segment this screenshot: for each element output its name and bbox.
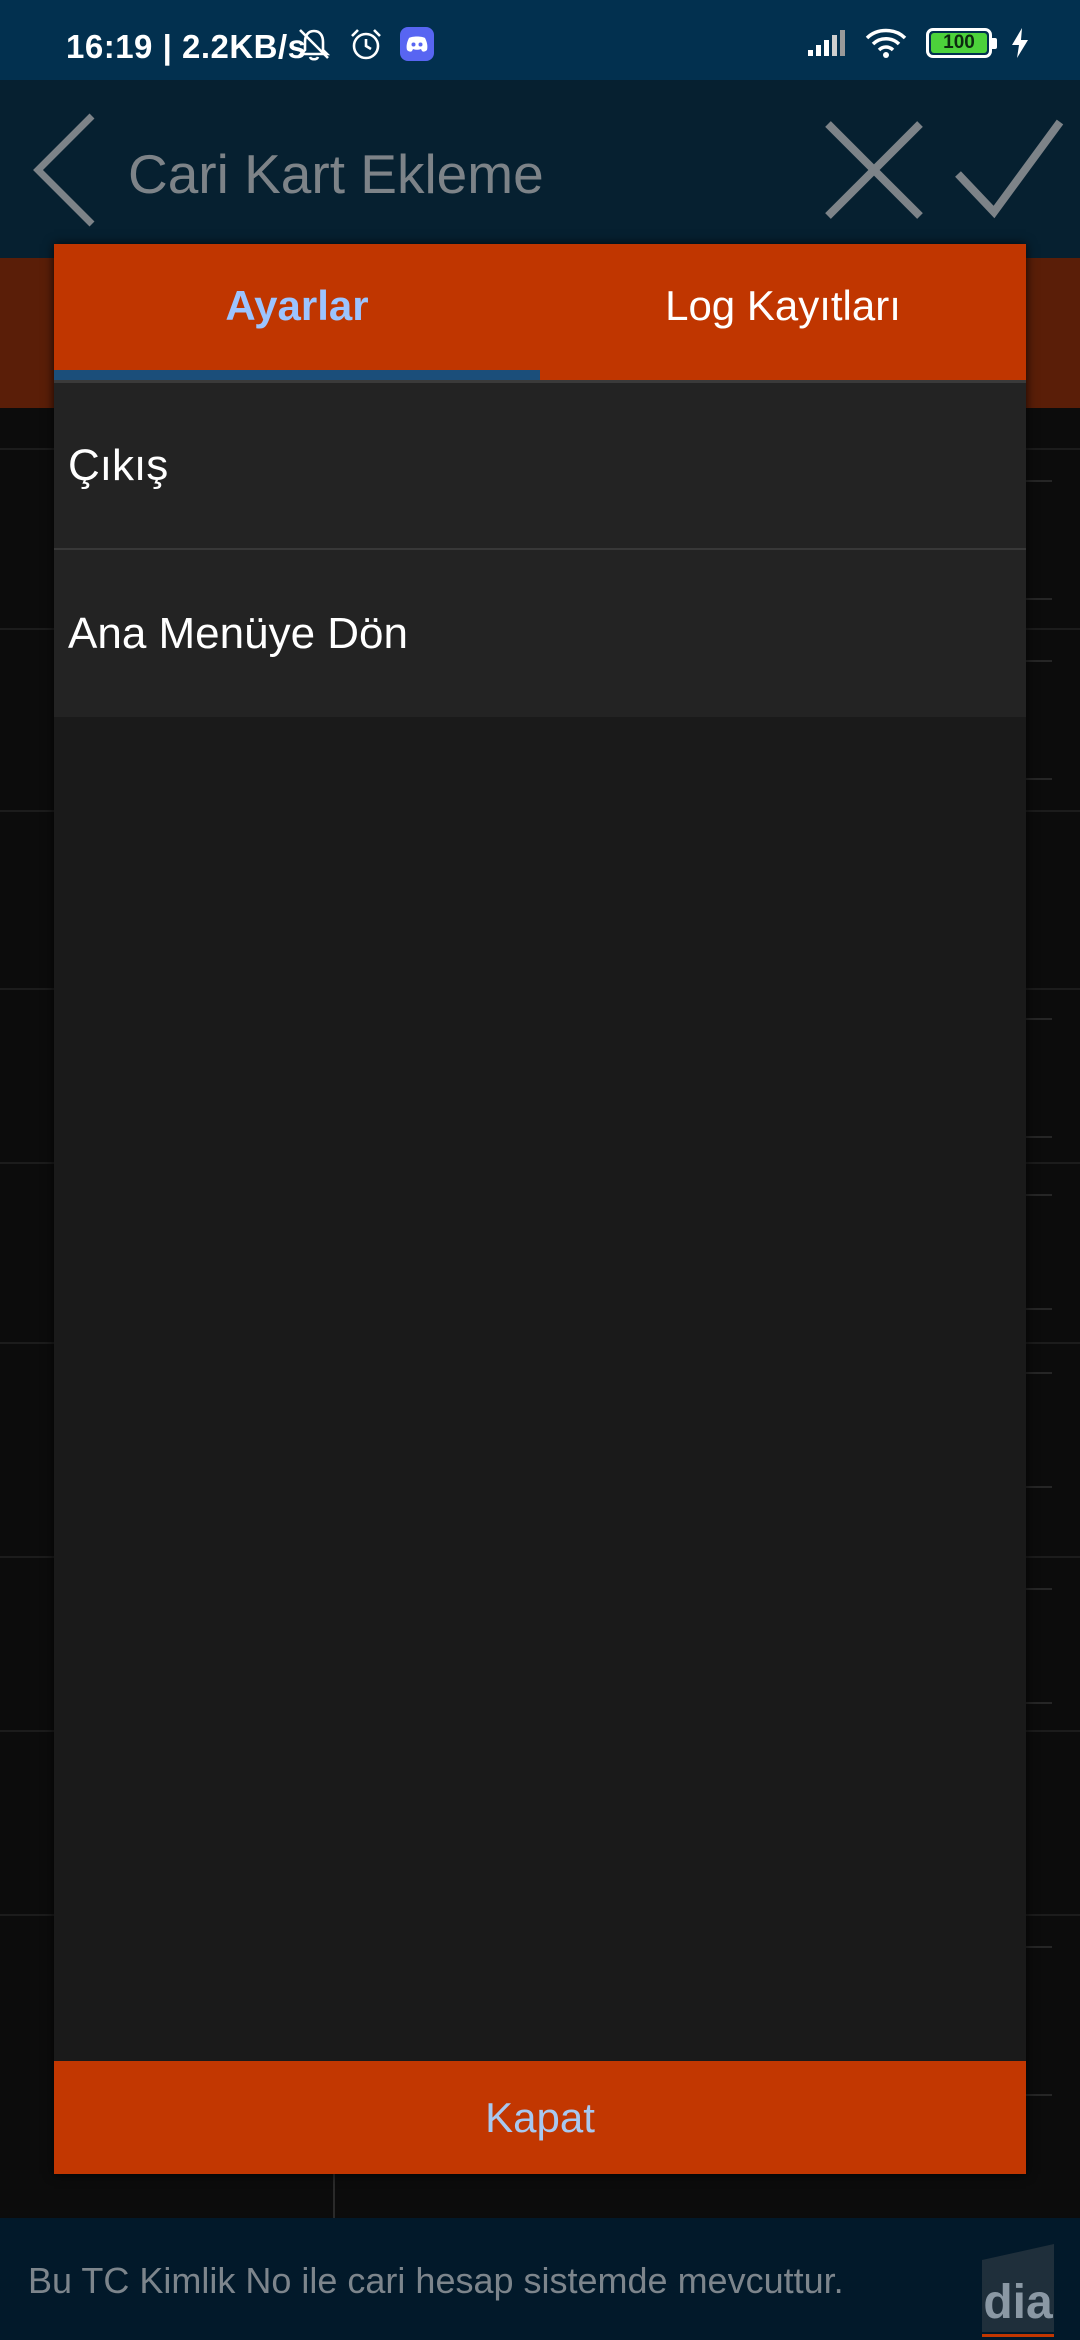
battery-level: 100 [931,32,987,53]
status-icons-left [296,26,434,62]
close-button[interactable]: Kapat [54,2061,1026,2174]
close-icon[interactable] [822,118,926,222]
footer-message: Bu TC Kimlik No ile cari hesap sistemde … [28,2260,844,2301]
background-field [1022,480,1052,600]
tab-log-kayitlari[interactable]: Log Kayıtları [540,244,1026,382]
discord-icon [400,27,434,61]
settings-dialog: Ayarlar Log Kayıtları Çıkış Ana Menüye D… [54,244,1026,2174]
footer-bar: Bu TC Kimlik No ile cari hesap sistemde … [0,2218,1080,2340]
charging-icon [1012,28,1028,58]
screen: 16:19 | 2.2KB/s 100 Cari Kart Ekleme Bu … [0,0,1080,2340]
bell-muted-icon [297,29,331,61]
tab-bar: Ayarlar Log Kayıtları [54,244,1026,382]
check-icon[interactable] [954,116,1064,222]
status-icons-right: 100 [806,26,1030,60]
battery-icon: 100 [926,28,997,58]
menu-item-label: Ana Menüye Dön [68,608,408,658]
tab-selected-indicator [54,370,540,380]
status-bar: 16:19 | 2.2KB/s 100 [0,0,1080,80]
alarm-icon [351,29,381,60]
tab-ayarlar[interactable]: Ayarlar [54,244,540,382]
svg-text:dia: dia [983,2276,1053,2329]
background-field [1022,1372,1052,1488]
status-time: 16:19 | 2.2KB/s [66,28,307,65]
signal-icon [808,30,845,56]
dia-logo: dia [982,2244,1054,2337]
wifi-icon [865,28,907,58]
background-field [1022,1946,1052,2096]
page-title: Cari Kart Ekleme [128,143,544,205]
menu-list: Çıkış Ana Menüye Dön [54,383,1026,717]
menu-item-ana-menuye-don[interactable]: Ana Menüye Dön [54,550,1026,717]
menu-item-label: Çıkış [68,440,169,490]
app-bar: Cari Kart Ekleme [0,80,1080,258]
back-button[interactable] [28,110,108,230]
background-field [1022,660,1052,780]
background-field [1022,1018,1052,1138]
background-field [1022,1194,1052,1310]
background-field [1022,1588,1052,1704]
menu-item-cikis[interactable]: Çıkış [54,383,1026,550]
